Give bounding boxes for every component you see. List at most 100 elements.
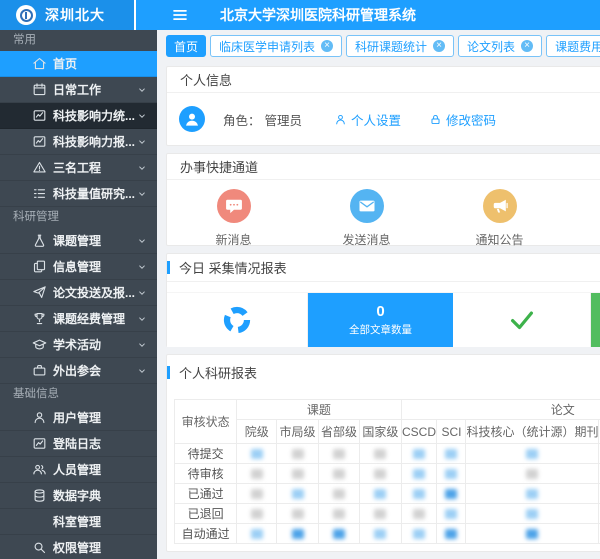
- sidebar-item[interactable]: 科技影响力统...: [0, 103, 157, 129]
- blurred-value: [251, 469, 263, 479]
- table-row: 已通过: [175, 484, 600, 504]
- magnifier-icon: [32, 540, 48, 556]
- table-cell: [437, 524, 466, 544]
- table-cell: [318, 484, 359, 504]
- table-cell: [466, 524, 599, 544]
- table-cell: [401, 484, 437, 504]
- tab[interactable]: 首页: [166, 35, 206, 57]
- blurred-value: [526, 469, 538, 479]
- tab[interactable]: 科研课题统计 ×: [346, 35, 454, 57]
- icon: [32, 514, 48, 530]
- blurred-value[interactable]: [526, 529, 538, 539]
- blurred-value[interactable]: [445, 489, 457, 499]
- sidebar-item[interactable]: 外出参会: [0, 358, 157, 384]
- profile-panel-header: 个人信息: [167, 67, 600, 93]
- link-label: 修改密码: [446, 110, 496, 129]
- blurred-value[interactable]: [526, 509, 538, 519]
- lock-icon: [429, 113, 442, 126]
- sidebar-item[interactable]: 数据字典: [0, 483, 157, 509]
- graduation-cap-icon: [32, 337, 48, 353]
- sidebar-item[interactable]: 科技量值研究...: [0, 181, 157, 207]
- chevron-down-icon: [137, 314, 147, 324]
- blurred-value[interactable]: [413, 529, 425, 539]
- blurred-value: [333, 449, 345, 459]
- tab-close-icon[interactable]: ×: [521, 40, 533, 52]
- sidebar-item[interactable]: 学术活动: [0, 332, 157, 358]
- home-icon: [32, 56, 48, 72]
- row-status-label: 待审核: [175, 464, 237, 484]
- tab[interactable]: 论文列表×: [458, 35, 542, 57]
- tab[interactable]: 课题费用报表×: [546, 35, 600, 57]
- sidebar-item[interactable]: 日常工作: [0, 77, 157, 103]
- sidebar-item[interactable]: 科室管理: [0, 509, 157, 535]
- stat-fill-cell: [591, 293, 600, 347]
- tab-close-icon[interactable]: ×: [433, 40, 445, 52]
- blurred-value[interactable]: [413, 469, 425, 479]
- table-cell: [466, 484, 599, 504]
- blurred-value[interactable]: [526, 489, 538, 499]
- tab[interactable]: 临床医学申请列表 ×: [210, 35, 342, 57]
- table-row: 已退回: [175, 504, 600, 524]
- change-password-link[interactable]: 修改密码: [429, 110, 496, 129]
- sidebar-item[interactable]: 论文投送及报...: [0, 280, 157, 306]
- app-title: 北京大学深圳医院科研管理系统: [220, 0, 416, 30]
- quick-item[interactable]: 通知公告: [433, 189, 566, 248]
- table-cell: [437, 504, 466, 524]
- sidebar-item[interactable]: 登陆日志: [0, 431, 157, 457]
- sidebar-item[interactable]: 首页: [0, 51, 157, 77]
- sidebar-item[interactable]: 信息管理: [0, 254, 157, 280]
- chevron-down-icon: [137, 288, 147, 298]
- menu-toggle-icon[interactable]: [171, 6, 189, 24]
- blurred-value[interactable]: [445, 469, 457, 479]
- sidebar-item[interactable]: 课题经费管理: [0, 306, 157, 332]
- sidebar-item[interactable]: 科技影响力报...: [0, 129, 157, 155]
- chevron-down-icon: [137, 236, 147, 246]
- blurred-value: [374, 509, 386, 519]
- quick-item[interactable]: 新消息: [167, 189, 300, 248]
- blurred-value[interactable]: [251, 449, 263, 459]
- blurred-value[interactable]: [526, 449, 538, 459]
- table-cell: [401, 444, 437, 464]
- mail-icon: [350, 189, 384, 223]
- blurred-value[interactable]: [292, 529, 304, 539]
- calendar-icon: [32, 82, 48, 98]
- table-column-header: CSCD: [401, 420, 437, 444]
- blurred-value: [292, 449, 304, 459]
- table-cell: [401, 504, 437, 524]
- blurred-value[interactable]: [374, 489, 386, 499]
- blurred-value[interactable]: [413, 449, 425, 459]
- document-icon: [32, 259, 48, 275]
- blurred-value[interactable]: [445, 449, 457, 459]
- chart-box-icon: [32, 108, 48, 124]
- top-header: 深圳北大 北京大学深圳医院科研管理系统: [0, 0, 600, 30]
- tab-close-icon[interactable]: ×: [321, 40, 333, 52]
- sidebar-item[interactable]: 课题管理: [0, 228, 157, 254]
- blurred-value[interactable]: [333, 529, 345, 539]
- flask-icon: [32, 233, 48, 249]
- blurred-value[interactable]: [292, 489, 304, 499]
- sidebar-item[interactable]: 用户管理: [0, 405, 157, 431]
- row-status-label: 已退回: [175, 504, 237, 524]
- stat-value: 0: [376, 303, 384, 320]
- table-cell: [237, 464, 277, 484]
- user-icon: [32, 410, 48, 426]
- report-table: 审核状态课题论文院级市局级省部级国家级CSCDSCI科技核心（统计源）期刊待提交…: [174, 399, 600, 544]
- blurred-value[interactable]: [445, 509, 457, 519]
- blurred-value: [292, 469, 304, 479]
- sidebar-item-label: 科室管理: [53, 513, 157, 530]
- tab-label: 临床医学申请列表: [219, 38, 315, 55]
- panel-title: 今日 采集情况报表: [179, 258, 287, 277]
- table-cell: [437, 484, 466, 504]
- personal-settings-link[interactable]: 个人设置: [334, 110, 401, 129]
- blurred-value[interactable]: [251, 529, 263, 539]
- blurred-value[interactable]: [374, 529, 386, 539]
- quick-item[interactable]: 发送消息: [300, 189, 433, 248]
- tab-label: 科研课题统计: [355, 38, 427, 55]
- sidebar-item[interactable]: 人员管理: [0, 457, 157, 483]
- blurred-value[interactable]: [445, 529, 457, 539]
- sidebar-item[interactable]: 三名工程: [0, 155, 157, 181]
- stat-card[interactable]: 0全部文章数量: [308, 293, 453, 347]
- blurred-value[interactable]: [413, 489, 425, 499]
- sidebar-item[interactable]: 权限管理: [0, 535, 157, 559]
- table-cell: [437, 464, 466, 484]
